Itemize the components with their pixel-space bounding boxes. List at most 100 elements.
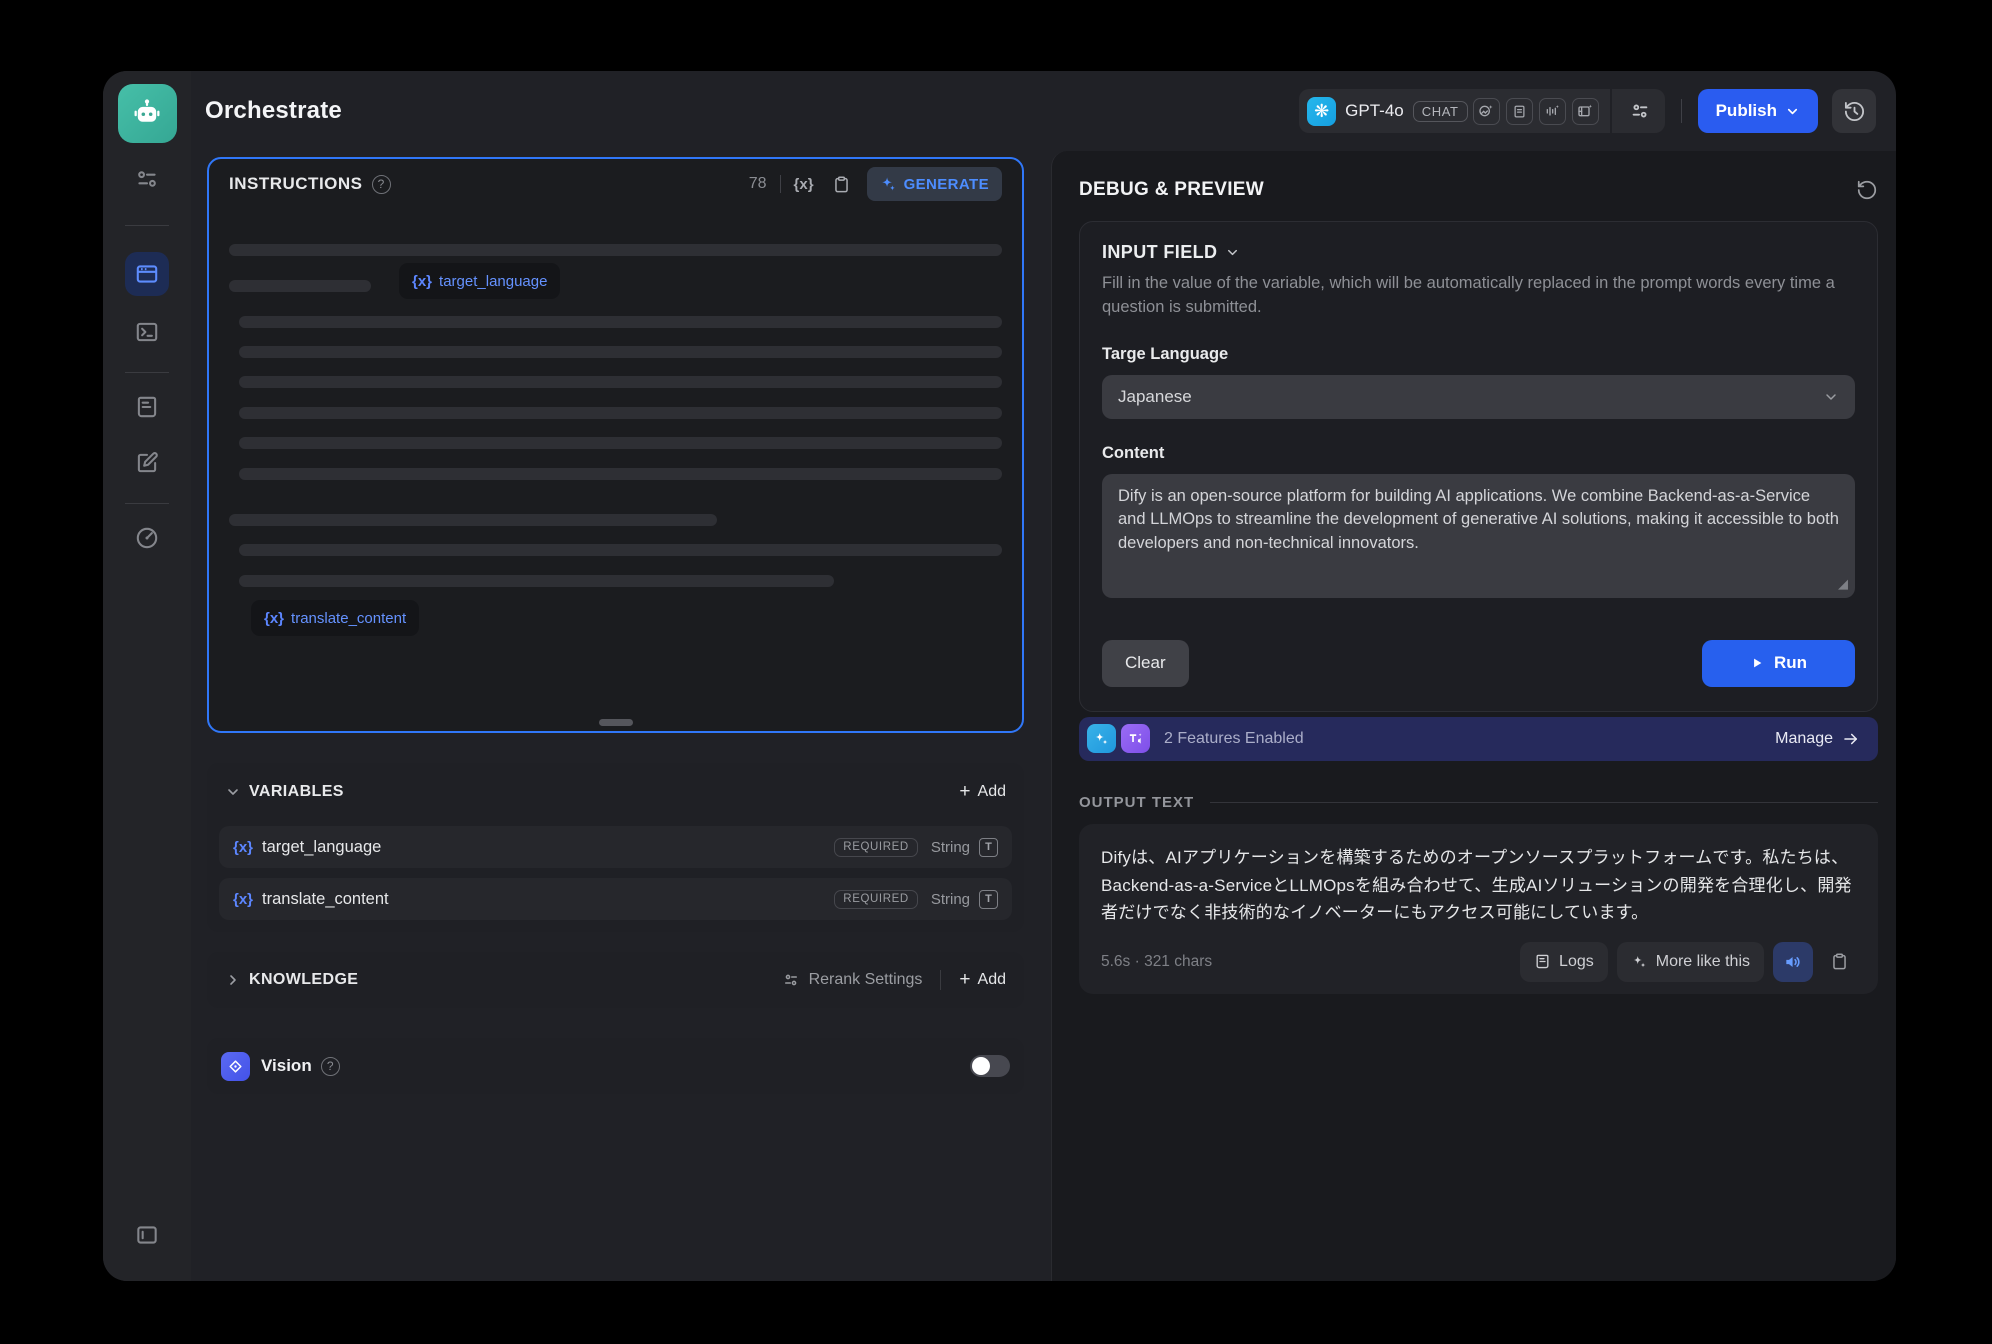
arrow-right-icon	[1842, 730, 1860, 748]
variables-section: VARIABLES + Add {x} target_language REQU	[207, 763, 1024, 932]
content-label: Content	[1102, 444, 1855, 463]
logs-icon	[1534, 953, 1551, 970]
variable-chip-target-language[interactable]: {x} target_language	[399, 263, 560, 299]
vision-toggle[interactable]	[970, 1055, 1010, 1077]
reset-icon[interactable]	[1856, 179, 1878, 201]
copy-icon[interactable]	[832, 175, 851, 194]
orchestrate-panel: INSTRUCTIONS ? 78 {x}	[191, 151, 1051, 1281]
sparkles-feature-icon	[1087, 724, 1116, 753]
collapse-sidebar-icon[interactable]	[125, 1213, 169, 1257]
logs-label: Logs	[1559, 953, 1594, 971]
divider	[125, 372, 169, 373]
more-like-this-label: More like this	[1656, 953, 1750, 971]
variable-symbol: {x}	[233, 839, 253, 856]
instructions-title: INSTRUCTIONS	[229, 174, 363, 194]
browser-window-icon[interactable]	[125, 252, 169, 296]
chevron-down-icon	[1785, 104, 1800, 119]
terminal-icon[interactable]	[125, 310, 169, 354]
publish-button[interactable]: Publish	[1698, 89, 1818, 133]
input-field-header[interactable]: INPUT FIELD	[1102, 242, 1855, 263]
rerank-settings-button[interactable]: Rerank Settings	[782, 971, 923, 989]
model-name: GPT-4o	[1345, 101, 1404, 121]
debug-preview-title: DEBUG & PREVIEW	[1079, 179, 1264, 201]
input-field-title: INPUT FIELD	[1102, 242, 1217, 263]
logs-button[interactable]: Logs	[1520, 942, 1608, 982]
page-title: Orchestrate	[205, 97, 342, 125]
string-type-icon[interactable]: T	[979, 838, 998, 857]
variable-row[interactable]: {x} target_language REQUIRED String T	[219, 826, 1012, 868]
variable-symbol: {x}	[233, 891, 253, 908]
vision-section: Vision ?	[207, 1038, 1024, 1094]
chevron-down-icon[interactable]	[225, 784, 241, 800]
plus-icon: +	[959, 781, 970, 803]
generate-label: GENERATE	[904, 176, 989, 193]
char-count: 78	[749, 175, 767, 193]
debug-preview-panel: DEBUG & PREVIEW INPUT FIELD	[1051, 151, 1896, 1281]
variable-name: target_language	[262, 838, 381, 857]
variable-row[interactable]: {x} translate_content REQUIRED String T	[219, 878, 1012, 920]
output-stats: 5.6s · 321 chars	[1101, 953, 1212, 971]
chevron-down-icon	[1823, 389, 1839, 405]
chevron-right-icon[interactable]	[225, 972, 241, 988]
sidebar	[103, 71, 191, 1281]
help-icon[interactable]: ?	[321, 1057, 340, 1076]
text-to-speech-feature-icon	[1121, 724, 1150, 753]
speaker-icon[interactable]	[1773, 942, 1813, 982]
gauge-icon[interactable]	[125, 516, 169, 560]
document-log-icon[interactable]	[125, 385, 169, 429]
required-badge: REQUIRED	[834, 890, 918, 909]
openai-logo-icon: ❋	[1307, 97, 1336, 126]
screen: Orchestrate ❋ GPT-4o CHAT	[0, 0, 1992, 1344]
variable-chip-label: target_language	[439, 273, 547, 290]
insert-variable-icon[interactable]: {x}	[794, 176, 814, 193]
help-icon[interactable]: ?	[372, 175, 391, 194]
edit-square-icon[interactable]	[125, 441, 169, 485]
features-bar: 2 Features Enabled Manage	[1079, 717, 1878, 761]
document-capability-icon	[1506, 98, 1533, 125]
target-language-value: Japanese	[1118, 387, 1192, 407]
topbar: Orchestrate ❋ GPT-4o CHAT	[191, 71, 1896, 151]
model-selector[interactable]: ❋ GPT-4o CHAT	[1299, 89, 1664, 133]
play-icon	[1750, 656, 1764, 670]
clear-button[interactable]: Clear	[1102, 640, 1189, 687]
variable-chip-label: translate_content	[291, 610, 406, 627]
manage-features-button[interactable]: Manage	[1775, 730, 1870, 748]
variable-symbol: {x}	[412, 273, 432, 290]
add-variable-button[interactable]: + Add	[959, 781, 1006, 803]
sliders-icon[interactable]	[125, 157, 169, 201]
vision-title: Vision	[261, 1056, 312, 1076]
content-textarea[interactable]: Dify is an open-source platform for buil…	[1102, 474, 1855, 598]
history-icon[interactable]	[1832, 89, 1876, 133]
add-knowledge-button[interactable]: + Add	[959, 969, 1006, 991]
divider	[125, 503, 169, 504]
video-capability-icon	[1572, 98, 1599, 125]
plus-icon: +	[959, 969, 970, 991]
knowledge-title: KNOWLEDGE	[249, 971, 358, 989]
variable-type: String	[931, 839, 970, 856]
divider	[125, 225, 169, 226]
sparkles-icon	[1631, 953, 1648, 970]
rerank-label: Rerank Settings	[809, 971, 923, 989]
audio-capability-icon	[1539, 98, 1566, 125]
variable-name: translate_content	[262, 890, 389, 909]
target-language-select[interactable]: Japanese	[1102, 375, 1855, 419]
divider	[780, 175, 781, 193]
robot-app-icon[interactable]	[118, 84, 177, 143]
input-field-description: Fill in the value of the variable, which…	[1102, 272, 1855, 320]
divider	[940, 970, 941, 990]
instructions-editor[interactable]: INSTRUCTIONS ? 78 {x}	[207, 157, 1024, 733]
vision-capability-icon	[1473, 98, 1500, 125]
resize-handle[interactable]	[599, 719, 633, 726]
copy-output-icon[interactable]	[1822, 942, 1856, 982]
output-card: Difyは、AIアプリケーションを構築するためのオープンソースプラットフォームで…	[1079, 824, 1878, 994]
run-label: Run	[1774, 653, 1807, 673]
generate-button[interactable]: GENERATE	[867, 167, 1002, 201]
model-params-icon[interactable]	[1623, 94, 1657, 128]
string-type-icon[interactable]: T	[979, 890, 998, 909]
vision-feature-icon	[221, 1052, 250, 1081]
variable-chip-translate-content[interactable]: {x} translate_content	[251, 600, 419, 636]
more-like-this-button[interactable]: More like this	[1617, 942, 1764, 982]
sparkles-icon	[880, 176, 897, 193]
run-button[interactable]: Run	[1702, 640, 1855, 687]
divider	[1610, 89, 1612, 133]
